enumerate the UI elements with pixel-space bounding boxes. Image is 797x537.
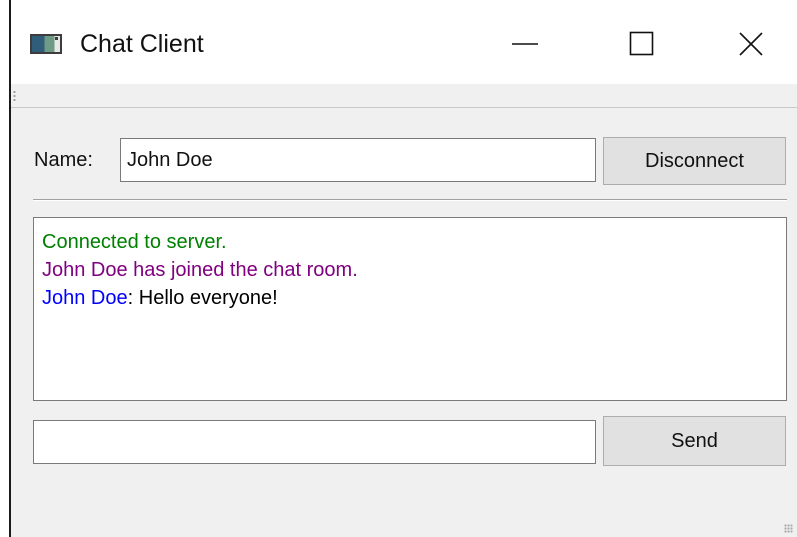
maximize-icon [629, 31, 654, 56]
toolbar-area [11, 84, 797, 108]
chat-line-text: John Doe has joined the chat room. [42, 259, 358, 281]
toolbar-grip[interactable] [13, 90, 16, 102]
title-bar[interactable]: Chat Client [11, 0, 797, 84]
maximize-button[interactable] [614, 16, 670, 72]
chat-line-status: Connected to server. [42, 228, 778, 256]
chat-log[interactable]: Connected to server. John Doe has joined… [33, 217, 787, 401]
chat-sender-separator: : [127, 287, 139, 309]
chat-client-window: Chat Client Name: Disconnect Connected t… [9, 0, 797, 537]
name-input[interactable] [120, 138, 596, 182]
minimize-icon [512, 43, 538, 45]
chat-sender: John Doe [42, 287, 128, 309]
close-button[interactable] [723, 16, 779, 72]
horizontal-separator [33, 199, 787, 201]
message-input[interactable] [33, 420, 596, 464]
name-label: Name: [34, 149, 93, 171]
chat-line-join: John Doe has joined the chat room. [42, 256, 778, 284]
send-button[interactable]: Send [603, 416, 786, 466]
window-title: Chat Client [80, 30, 204, 58]
minimize-button[interactable] [497, 16, 553, 72]
chat-message-text: Hello everyone! [138, 287, 278, 309]
chat-line-message: John Doe: Hello everyone! [42, 284, 778, 312]
resize-grip[interactable] [784, 524, 793, 533]
chat-line-text: Connected to server. [42, 231, 227, 253]
app-window-icon [30, 34, 62, 54]
close-icon [739, 32, 763, 56]
disconnect-button[interactable]: Disconnect [603, 137, 786, 185]
